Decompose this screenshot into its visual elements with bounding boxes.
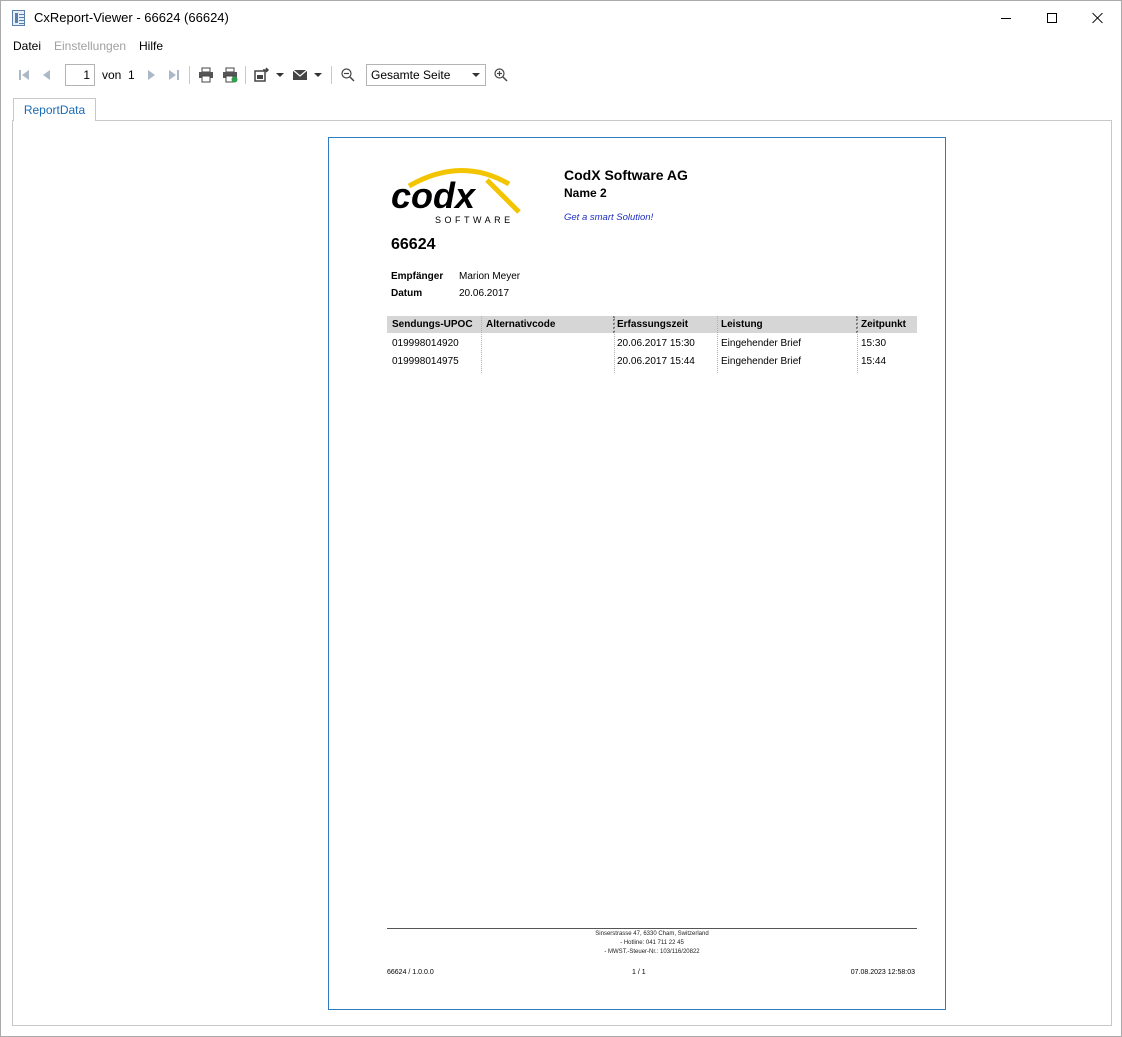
minimize-icon: [1001, 17, 1011, 19]
toolbar-separator: [189, 66, 190, 84]
logo-subtext: SOFTWARE: [435, 215, 514, 225]
table-header: Sendungs-UPOC Alternativcode Erfassungsz…: [387, 316, 917, 333]
print-preview-button[interactable]: [220, 61, 240, 89]
window-title: CxReport-Viewer - 66624 (66624): [34, 10, 229, 25]
table-cell: 019998014975: [392, 356, 459, 367]
close-button[interactable]: [1075, 1, 1121, 35]
footer-address-line: - Hotline: 041 711 22 45: [620, 940, 684, 946]
column-header: Zeitpunkt: [861, 319, 906, 330]
toolbar-separator: [245, 66, 246, 84]
prev-page-button[interactable]: [37, 61, 57, 89]
zoom-select-value: Gesamte Seite: [371, 68, 451, 82]
toolbar: [1, 61, 1121, 89]
table-cell: 20.06.2017 15:44: [617, 356, 695, 367]
table-cell: Eingehender Brief: [721, 338, 802, 349]
prev-page-icon: [39, 67, 55, 83]
page-number-input[interactable]: 1: [65, 64, 95, 86]
next-page-button[interactable]: [141, 61, 161, 89]
meta-value-empfaenger: Marion Meyer: [459, 271, 521, 282]
meta-label-empfaenger: Empfänger: [391, 271, 444, 282]
meta-label-datum: Datum: [391, 288, 423, 299]
close-icon: [1092, 12, 1104, 24]
chevron-down-icon: [276, 73, 284, 77]
menu-datei[interactable]: Datei: [13, 39, 41, 53]
export-button[interactable]: [252, 61, 272, 89]
company-slogan: Get a smart Solution!: [564, 212, 654, 223]
document-number: 66624: [391, 236, 436, 253]
mail-dropdown-button[interactable]: [312, 61, 324, 89]
print-preview-icon: [223, 67, 238, 83]
maximize-button[interactable]: [1029, 1, 1075, 35]
chevron-down-icon: [314, 73, 322, 77]
menu-bar: Datei Einstellungen Hilfe: [1, 37, 1121, 57]
table-cell: 15:30: [861, 338, 887, 349]
column-header: Alternativcode: [486, 319, 556, 330]
app-icon: [12, 10, 25, 26]
column-divider: [857, 316, 858, 373]
report-viewer-window: CxReport-Viewer - 66624 (66624) Datei Ei…: [0, 0, 1122, 1037]
column-header: Sendungs-UPOC: [392, 319, 473, 330]
footer-address-line: - MWST.-Steuer-Nr.: 103/116/20822: [604, 949, 700, 955]
page-of-label: von: [102, 68, 122, 82]
zoom-out-icon: [341, 68, 355, 82]
footer-address-line: Sinserstrasse 47, 6330 Cham, Switzerland: [595, 931, 709, 937]
menu-hilfe[interactable]: Hilfe: [139, 39, 163, 53]
column-header: Erfassungszeit: [617, 319, 689, 330]
zoom-in-icon: [494, 68, 508, 82]
company-name: CodX Software AG: [564, 167, 688, 183]
mail-button[interactable]: [290, 61, 310, 89]
company-name-2: Name 2: [564, 186, 607, 200]
first-page-icon: [17, 67, 33, 83]
chevron-down-icon: [472, 73, 480, 77]
meta-value-datum: 20.06.2017: [459, 288, 510, 299]
menu-einstellungen[interactable]: Einstellungen: [54, 39, 126, 53]
table-cell: Eingehender Brief: [721, 356, 802, 367]
page-total: 1: [128, 68, 135, 82]
footer-timestamp: 07.08.2023 12:58:03: [850, 969, 915, 976]
table-cell: 019998014920: [392, 338, 459, 349]
next-page-icon: [143, 67, 159, 83]
codx-logo: codx SOFTWARE: [391, 168, 521, 225]
minimize-button[interactable]: [983, 1, 1029, 35]
zoom-out-button[interactable]: [338, 61, 358, 89]
table-cell: 15:44: [861, 356, 887, 367]
print-button[interactable]: [196, 61, 216, 89]
last-page-icon: [165, 67, 181, 83]
zoom-select[interactable]: Gesamte Seite: [366, 64, 486, 86]
column-header: Leistung: [721, 319, 763, 330]
export-icon: [254, 67, 270, 82]
print-icon: [199, 67, 213, 83]
table-cell: 20.06.2017 15:30: [617, 338, 695, 349]
export-dropdown-button[interactable]: [274, 61, 286, 89]
tab-reportdata[interactable]: ReportData: [13, 98, 96, 121]
first-page-button[interactable]: [15, 61, 35, 89]
footer-divider: [387, 928, 917, 929]
column-divider: [717, 316, 718, 373]
zoom-in-button[interactable]: [491, 61, 511, 89]
footer-page-count: 1 / 1: [632, 969, 646, 976]
report-page: codx SOFTWARE CodX Software AG Name 2 Ge…: [328, 137, 946, 1010]
logo-text: codx: [391, 175, 477, 216]
column-divider: [614, 316, 615, 373]
toolbar-separator: [331, 66, 332, 84]
last-page-button[interactable]: [163, 61, 183, 89]
column-divider: [481, 316, 482, 373]
footer-report-version: 66624 / 1.0.0.0: [387, 969, 434, 976]
title-bar: CxReport-Viewer - 66624 (66624): [1, 1, 1121, 35]
mail-icon: [292, 69, 308, 80]
maximize-icon: [1047, 13, 1057, 23]
